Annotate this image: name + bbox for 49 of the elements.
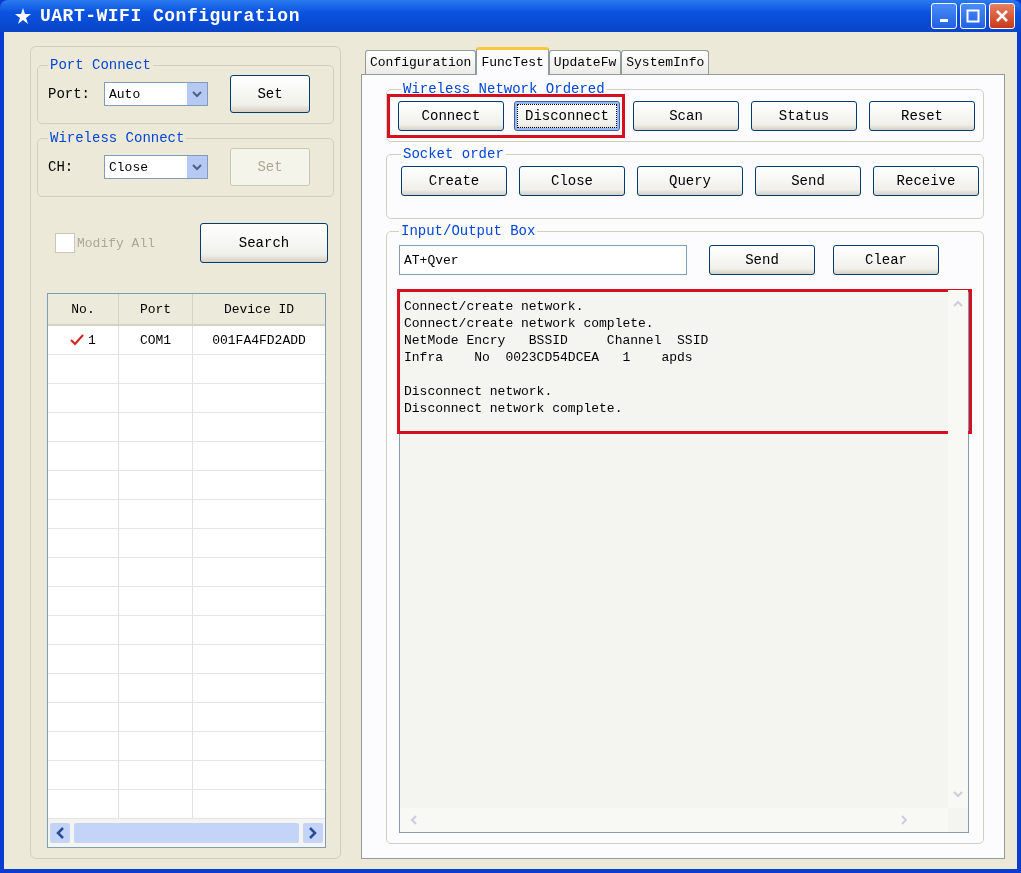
- column-header[interactable]: Port: [119, 294, 193, 326]
- column-header[interactable]: No.: [48, 294, 119, 326]
- command-button[interactable]: Connect: [398, 101, 504, 131]
- group-title: Socket order: [402, 146, 505, 162]
- command-input-field[interactable]: AT+Qver: [399, 245, 687, 275]
- group-title: Port Connect: [49, 57, 152, 73]
- table-cell: COM1: [139, 332, 172, 348]
- command-button[interactable]: Send: [709, 245, 815, 275]
- scroll-down-icon[interactable]: [953, 790, 963, 798]
- command-button[interactable]: Close: [519, 166, 625, 196]
- tab[interactable]: Configuration: [365, 50, 477, 74]
- channel-label: CH:: [48, 159, 75, 175]
- set-button[interactable]: Set: [230, 75, 310, 113]
- channel-dropdown[interactable]: Close: [104, 155, 208, 179]
- star-icon: [14, 7, 32, 25]
- command-button[interactable]: Reset: [869, 101, 975, 131]
- maximize-button[interactable]: [960, 3, 986, 29]
- group-title: Wireless Connect: [49, 130, 186, 146]
- tab[interactable]: FuncTest: [476, 47, 549, 75]
- table-cell: 1: [88, 332, 96, 348]
- command-button[interactable]: Status: [751, 101, 857, 131]
- scroll-left-icon[interactable]: [50, 823, 70, 843]
- minimize-button[interactable]: [931, 3, 957, 29]
- command-button[interactable]: Send: [755, 166, 861, 196]
- command-button[interactable]: Create: [401, 166, 507, 196]
- group-title: Input/Output Box: [400, 223, 537, 239]
- scroll-up-icon[interactable]: [953, 300, 963, 308]
- command-button[interactable]: Query: [637, 166, 743, 196]
- command-button[interactable]: Receive: [873, 166, 979, 196]
- group-title: Wireless Network Ordered: [402, 81, 606, 97]
- table-cell: 001FA4FD2ADD: [212, 332, 306, 348]
- window-title: UART-WIFI Configuration: [40, 6, 300, 26]
- command-button[interactable]: Disconnect: [514, 101, 620, 131]
- close-button[interactable]: [989, 3, 1015, 29]
- output-textarea[interactable]: Connect/create network. Connect/create network complete. NetMode Encry BSSID Channel SSID Infra No 0023CD54DCEA 1 apds Disconnect network. Disconnect network complete.: [399, 289, 969, 833]
- scroll-right-icon[interactable]: [303, 823, 323, 843]
- output-text: Connect/create network. Connect/create network complete. NetMode Encry BSSID Channel SSID Infra No 0023CD54DCEA 1 apds Disconnect network. Disconnect network complete.: [397, 289, 972, 434]
- maximize-icon: [966, 9, 980, 23]
- port-dropdown[interactable]: Auto: [104, 82, 208, 106]
- search-button[interactable]: Search: [200, 223, 328, 263]
- scroll-thumb[interactable]: [74, 823, 299, 843]
- minimize-icon: [940, 19, 948, 22]
- tab[interactable]: UpdateFw: [548, 50, 622, 74]
- column-header[interactable]: Device ID: [193, 294, 325, 326]
- close-icon: [995, 9, 1009, 23]
- command-button[interactable]: Scan: [633, 101, 739, 131]
- port-label: Port:: [48, 86, 91, 102]
- command-button[interactable]: Clear: [833, 245, 939, 275]
- tab[interactable]: SystemInfo: [621, 50, 710, 74]
